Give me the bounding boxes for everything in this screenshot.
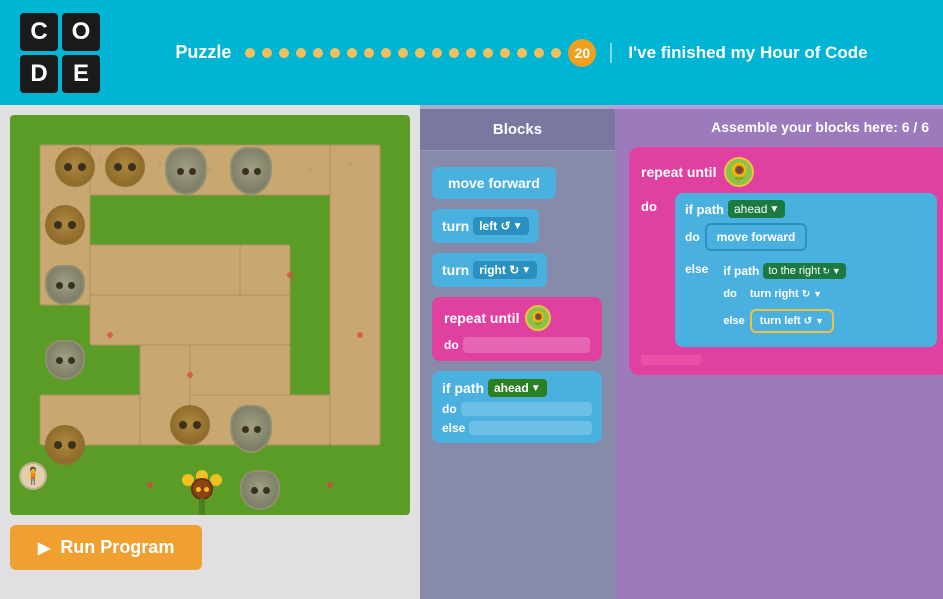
run-program-button[interactable]: ▶ Run Program [10,525,202,570]
ws-move-forward-block: move forward [705,223,808,251]
game-area: 🧍 ▶ Run Program [0,105,420,599]
maze: 🧍 [10,115,410,515]
sunflower-icon-ws: 🌻 [724,157,754,187]
creature-10 [230,405,272,453]
turn-right-block[interactable]: turn right ↻ ▼ [432,253,547,287]
blocks-panel: Blocks move forward turn left ↺ ▼ turn r… [420,105,615,599]
ahead-dd-ws[interactable]: ahead ▼ [728,200,785,218]
creature-7 [45,340,85,380]
ws-if-path-right-block: if path to the right ↻ ▼ do [713,256,927,340]
finished-message: I've finished my Hour of Code [610,43,867,63]
header: C O D E Puzzle 20 [0,0,943,105]
turn-left-block[interactable]: turn left ↺ ▼ [432,209,539,243]
repeat-until-block[interactable]: repeat until 🌻 do [432,297,602,361]
play-icon: ▶ [38,538,50,558]
ws-turn-left-block: turn left ↺ ▼ [750,309,834,333]
creature-5 [45,205,85,245]
creature-2 [105,147,145,187]
player-character: 🧍 [15,462,51,510]
chevron-down-icon-4: ▼ [769,204,779,215]
player-sunflower [180,470,224,515]
creature-9 [170,405,210,445]
right-dropdown[interactable]: right ↻ ▼ [473,261,537,279]
chevron-down-icon-3: ▼ [531,383,541,394]
chevron-down-icon: ▼ [513,221,523,232]
creature-8 [45,425,85,465]
run-button-area: ▶ Run Program [10,525,410,570]
puzzle-number: 20 [568,39,596,67]
logo-e: E [62,55,100,93]
sunflower-icon: 🌻 [525,305,551,331]
run-program-label: Run Program [60,537,174,558]
move-forward-block[interactable]: move forward [432,167,556,199]
ws-turn-right-block: turn right ↻ ▼ [742,284,830,304]
workspace-repeat-block: repeat until 🌻 do if path ahead ▼ [629,147,943,375]
puzzle-label: Puzzle [175,42,231,63]
chevron-down-icon-6: ▼ [813,289,822,299]
blocks-header: Blocks [420,109,615,151]
ws-if-path-ahead-block: if path ahead ▼ do move forward [675,193,937,347]
logo-d: D [20,55,58,93]
main: 🧍 ▶ Run Program Blocks move forward turn [0,105,943,599]
logo-o: O [62,13,100,51]
blocks-content: move forward turn left ↺ ▼ turn right ↻ … [420,151,615,459]
logo-c: C [20,13,58,51]
code-panel: Assemble your blocks here: 6 / 6 repeat … [615,105,943,599]
right-dd-ws[interactable]: to the right ↻ ▼ [763,263,845,279]
code-panel-header: Assemble your blocks here: 6 / 6 [629,119,929,135]
chevron-down-icon-2: ▼ [521,265,531,276]
creature-3 [165,147,207,195]
logo: C O D E [20,13,100,93]
creature-1 [55,147,95,187]
if-path-block[interactable]: if path ahead ▼ do else [432,371,602,443]
puzzle-dots: 20 [243,39,598,67]
creature-4 [230,147,272,195]
puzzle-bar: Puzzle 20 I've finished my Hour of Code [120,39,923,67]
chevron-down-icon-5: ▼ [832,266,841,276]
left-dropdown[interactable]: left ↺ ▼ [473,217,528,235]
block-connector [641,355,701,365]
chevron-down-icon-7: ▼ [815,316,824,326]
creature-6 [45,265,85,305]
creature-11 [240,470,280,510]
ahead-dropdown-blocks[interactable]: ahead ▼ [488,379,547,397]
